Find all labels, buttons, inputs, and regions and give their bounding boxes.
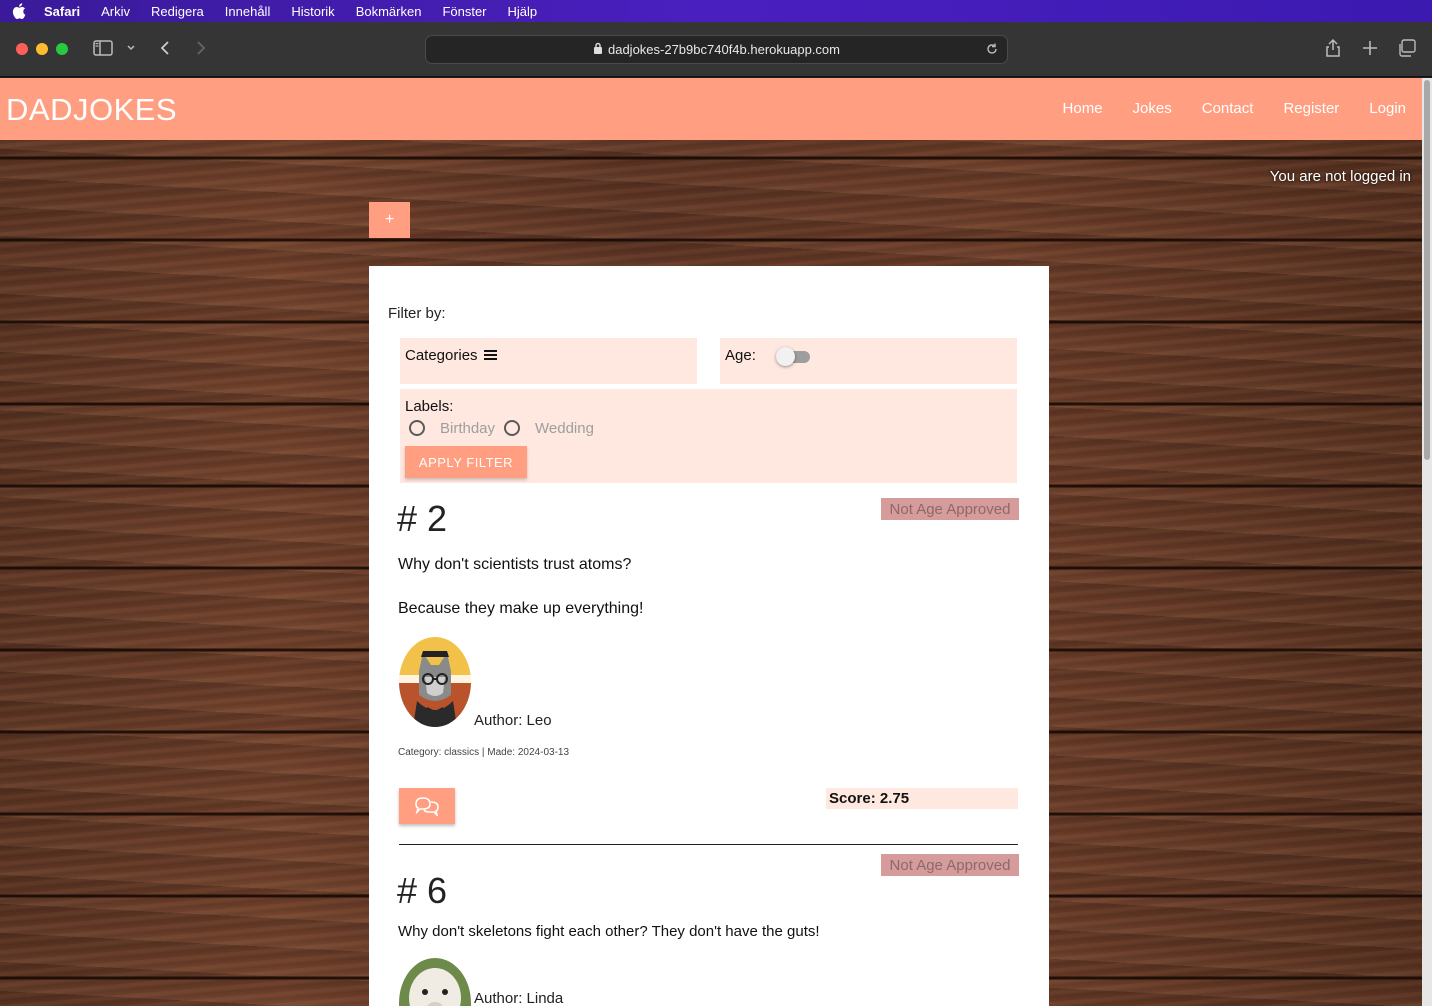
comments-button[interactable]	[399, 788, 455, 824]
nav-login[interactable]: Login	[1369, 100, 1406, 117]
nav-links: Home Jokes Contact Register Login	[1033, 100, 1406, 117]
nav-jokes[interactable]: Jokes	[1133, 100, 1172, 117]
wedding-label[interactable]: Wedding	[535, 420, 594, 437]
lock-icon	[593, 42, 603, 57]
joke-score: Score: 2.75	[826, 788, 1018, 809]
close-window-button[interactable]	[16, 43, 28, 55]
joke-id: # 2	[397, 498, 448, 539]
categories-filter[interactable]: Categories	[400, 338, 697, 384]
jokes-card: Filter by: Categories Age: Labels: Birth…	[369, 266, 1049, 1006]
new-tab-icon[interactable]	[1362, 40, 1378, 61]
url-text: dadjokes-27b9bc740f4b.herokuapp.com	[607, 42, 840, 57]
nav-home[interactable]: Home	[1063, 100, 1103, 117]
menu-innehall[interactable]: Innehåll	[225, 4, 271, 19]
menu-bokmarken[interactable]: Bokmärken	[356, 4, 422, 19]
menu-icon	[483, 350, 497, 360]
age-toggle[interactable]	[776, 347, 810, 366]
zoom-window-button[interactable]	[56, 43, 68, 55]
joke-answer: Because they make up everything!	[398, 600, 644, 617]
joke-text: Why don't skeletons fight each other? Th…	[398, 923, 820, 940]
categories-label: Categories	[405, 347, 497, 364]
filter-title: Filter by:	[388, 305, 446, 322]
comments-icon	[415, 797, 439, 816]
age-label: Age:	[725, 347, 756, 364]
nav-contact[interactable]: Contact	[1202, 100, 1254, 117]
forward-icon[interactable]	[194, 40, 208, 61]
menu-redigera[interactable]: Redigera	[151, 4, 204, 19]
reload-icon[interactable]	[985, 42, 999, 59]
joke-divider	[399, 844, 1018, 845]
site-brand[interactable]: DADJOKES	[6, 92, 177, 128]
menu-historik[interactable]: Historik	[291, 4, 334, 19]
labels-label: Labels:	[405, 398, 454, 415]
tab-overview-icon[interactable]	[1398, 39, 1416, 62]
minimize-window-button[interactable]	[36, 43, 48, 55]
sidebar-icon[interactable]	[93, 40, 113, 61]
apply-filter-button[interactable]: APPLY FILTER	[405, 446, 527, 478]
author-avatar	[399, 637, 471, 727]
age-badge: Not Age Approved	[881, 854, 1019, 876]
menu-fonster[interactable]: Fönster	[442, 4, 486, 19]
chevron-down-icon[interactable]	[126, 40, 136, 61]
apple-icon[interactable]	[10, 2, 28, 20]
nav-register[interactable]: Register	[1283, 100, 1339, 117]
wedding-radio[interactable]	[504, 420, 520, 436]
joke-meta: Category: classics | Made: 2024-03-13	[398, 747, 570, 758]
share-icon[interactable]	[1324, 38, 1342, 63]
browser-toolbar: dadjokes-27b9bc740f4b.herokuapp.com	[0, 22, 1432, 77]
joke-author: Author: Linda	[474, 990, 564, 1006]
birthday-label[interactable]: Birthday	[440, 420, 495, 437]
login-status: You are not logged in	[1269, 168, 1411, 185]
age-badge: Not Age Approved	[881, 498, 1019, 520]
macos-menubar: Safari Arkiv Redigera Innehåll Historik …	[0, 0, 1432, 22]
menu-hjalp[interactable]: Hjälp	[508, 4, 538, 19]
menu-arkiv[interactable]: Arkiv	[101, 4, 130, 19]
address-bar[interactable]: dadjokes-27b9bc740f4b.herokuapp.com	[425, 35, 1008, 64]
add-joke-button[interactable]: +	[369, 202, 410, 238]
labels-filter: Labels: Birthday Wedding APPLY FILTER	[400, 389, 1017, 483]
birthday-radio[interactable]	[409, 420, 425, 436]
page-scrollbar[interactable]	[1422, 78, 1432, 1006]
joke-question: Why don't scientists trust atoms?	[398, 556, 632, 573]
web-page: DADJOKES Home Jokes Contact Register Log…	[0, 78, 1422, 1006]
site-navbar: DADJOKES Home Jokes Contact Register Log…	[0, 78, 1422, 140]
age-filter: Age:	[720, 338, 1017, 384]
scrollbar-thumb[interactable]	[1424, 80, 1430, 460]
joke-author: Author: Leo	[474, 712, 552, 729]
joke-id: # 6	[397, 870, 448, 911]
menu-app-safari[interactable]: Safari	[44, 4, 80, 19]
author-avatar	[399, 958, 471, 1006]
back-icon[interactable]	[158, 40, 172, 61]
